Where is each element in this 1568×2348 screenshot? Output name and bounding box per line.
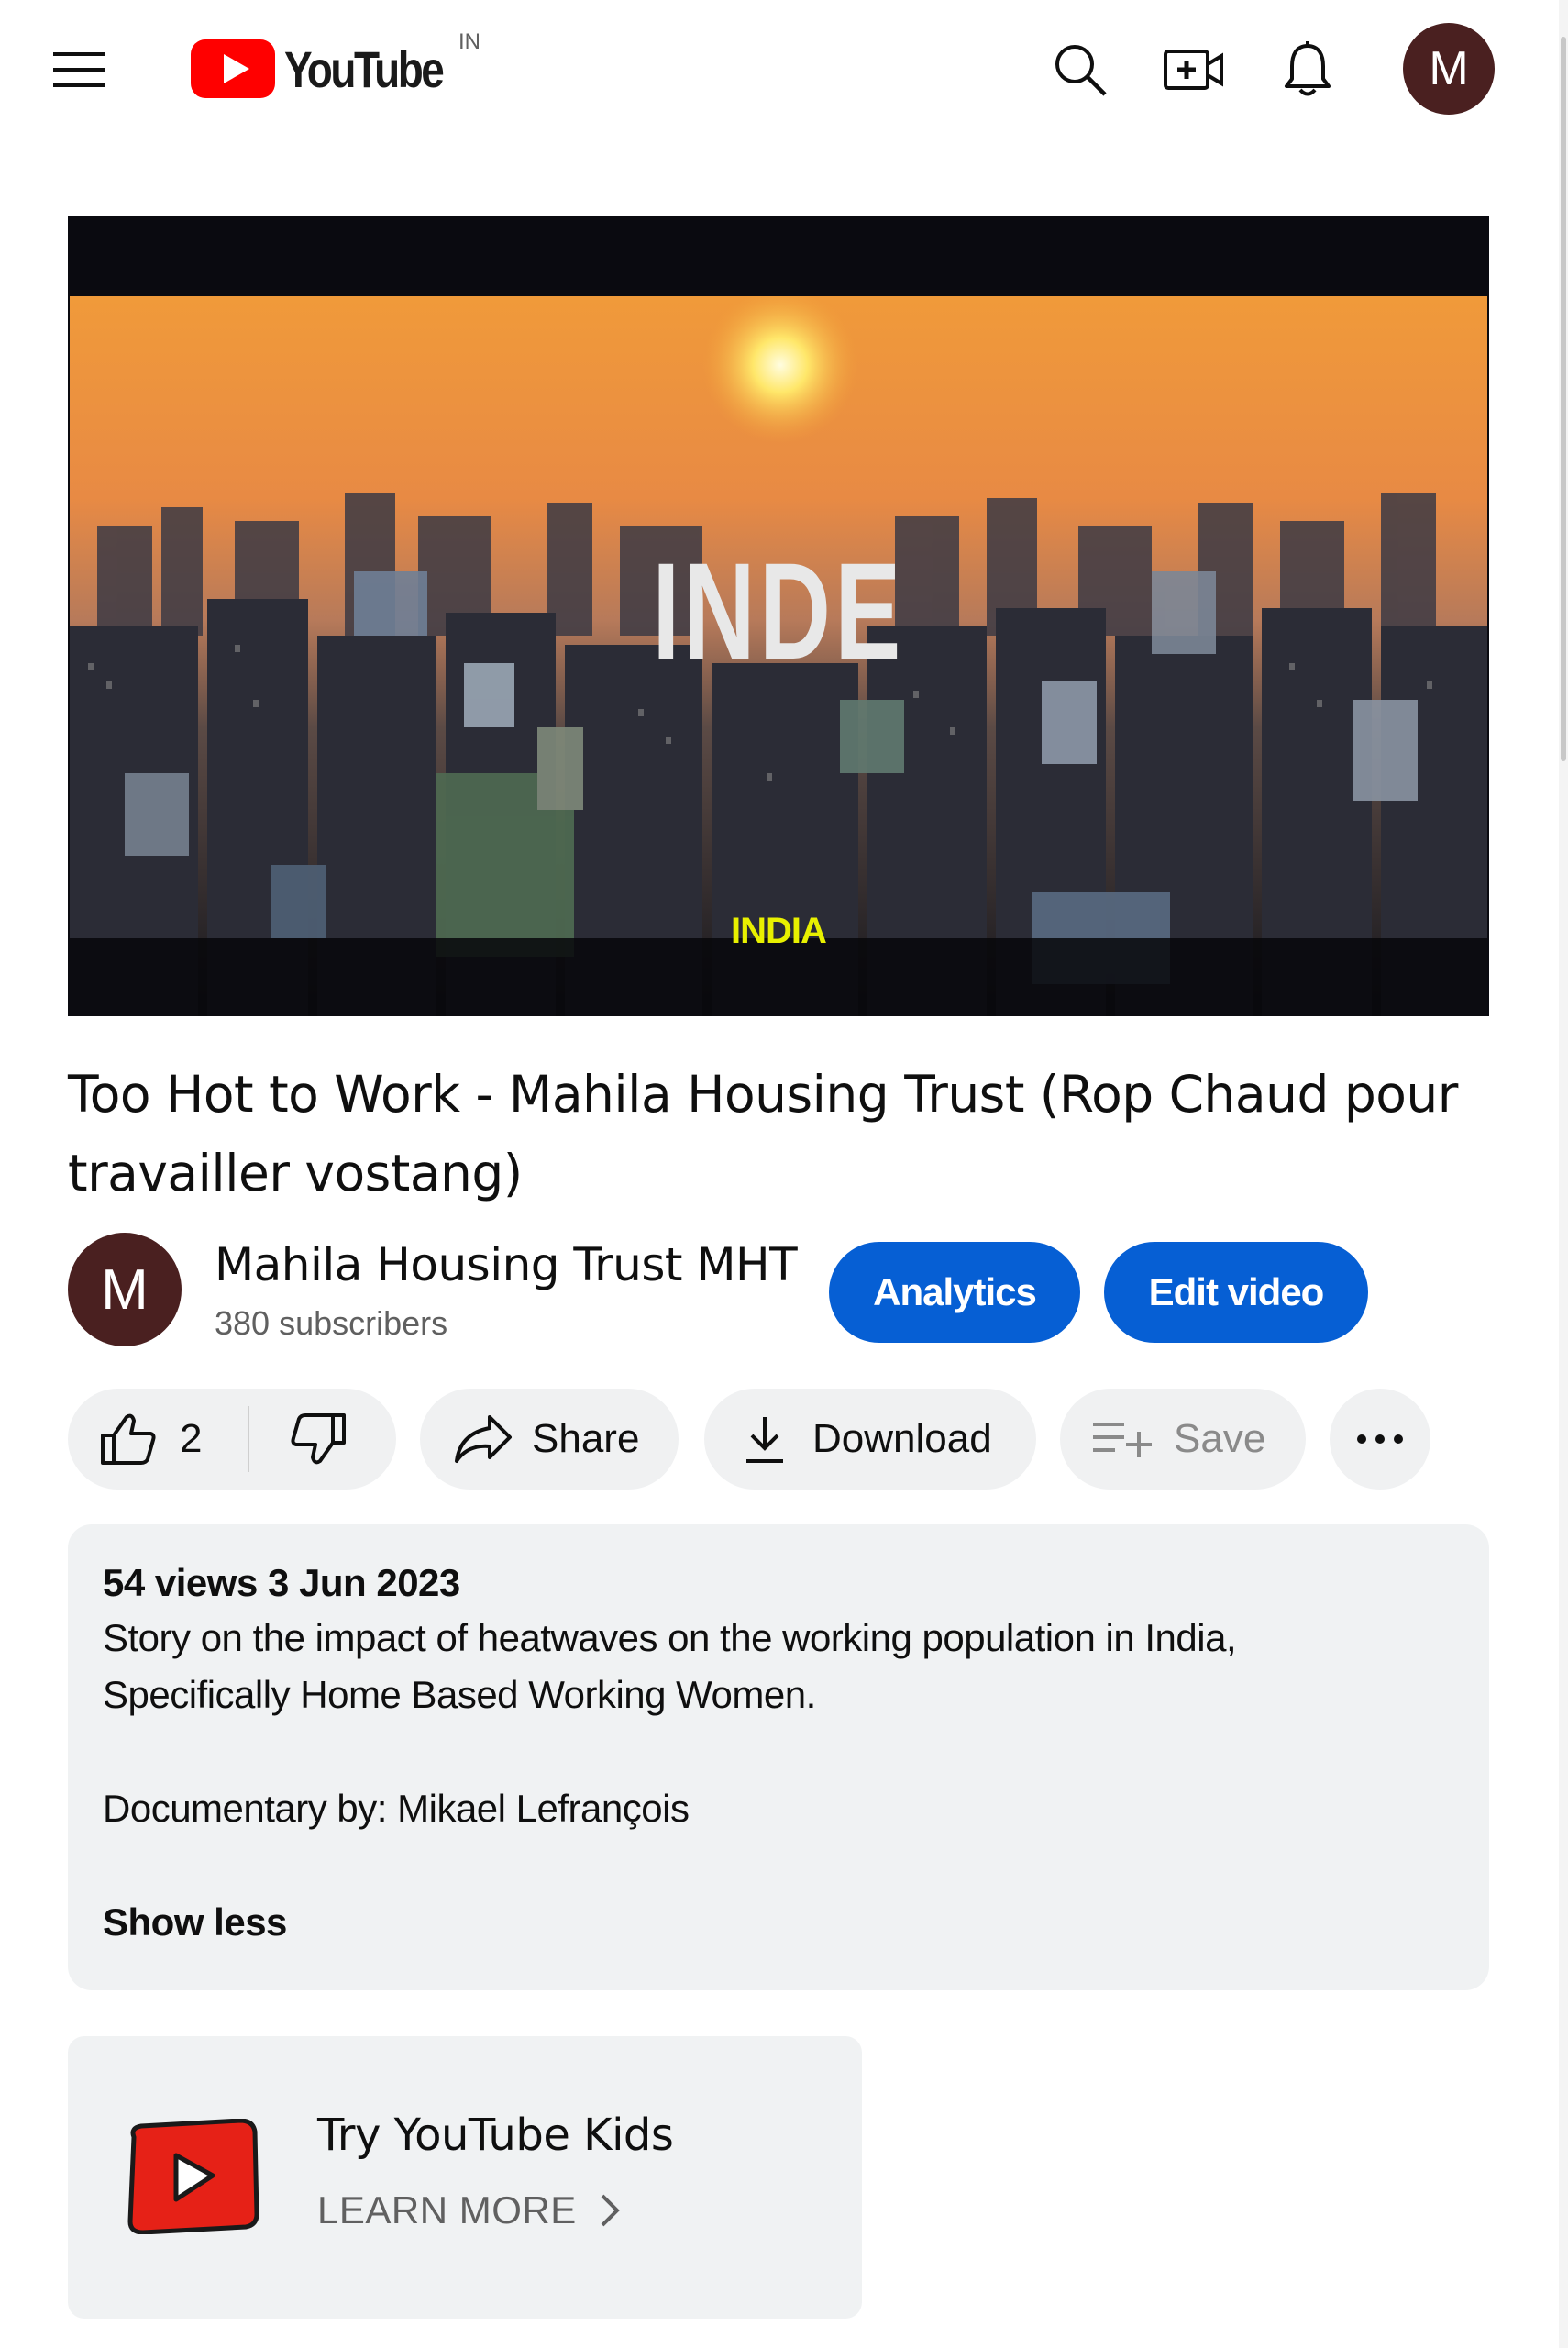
description-line: Story on the impact of heatwaves on the … [103, 1616, 1237, 1659]
analytics-button[interactable]: Analytics [829, 1242, 1080, 1343]
description-line: Documentary by: Mikael Lefrançois [103, 1787, 690, 1830]
account-avatar[interactable]: M [1403, 23, 1495, 115]
download-label: Download [812, 1416, 992, 1461]
youtube-kids-promo[interactable]: Try YouTube Kids LEARN MORE [68, 2036, 862, 2319]
more-horizontal-icon [1357, 1434, 1403, 1444]
create-button[interactable] [1159, 35, 1229, 105]
video-overlay-title: INDE [652, 534, 905, 688]
menu-button[interactable] [46, 37, 112, 103]
share-icon [455, 1415, 512, 1463]
share-label: Share [532, 1416, 640, 1461]
learn-more-label: LEARN MORE [317, 2188, 577, 2232]
playlist-add-icon [1093, 1423, 1152, 1457]
description-line: Specifically Home Based Working Women. [103, 1673, 816, 1716]
video-title: Too Hot to Work - Mahila Housing Trust (… [68, 1065, 1458, 1202]
create-icon [1164, 50, 1223, 90]
like-count: 2 [180, 1416, 203, 1461]
view-count-date: 54 views 3 Jun 2023 [103, 1561, 460, 1604]
youtube-wordmark: YouTube [284, 39, 445, 98]
edit-video-button[interactable]: Edit video [1104, 1242, 1368, 1343]
youtube-logo[interactable]: YouTube [191, 35, 477, 103]
video-player[interactable]: INDE INDIA [68, 216, 1489, 1016]
learn-more-link[interactable]: LEARN MORE [317, 2188, 623, 2232]
download-button[interactable]: Download [704, 1389, 1036, 1490]
like-button[interactable]: 2 [68, 1389, 248, 1490]
bell-icon [1285, 41, 1331, 96]
thumbs-up-icon [101, 1413, 156, 1465]
more-actions-button[interactable] [1330, 1389, 1430, 1490]
show-less-button[interactable]: Show less [103, 1900, 287, 1944]
menu-icon [53, 52, 105, 87]
download-icon [746, 1417, 783, 1463]
share-button[interactable]: Share [420, 1389, 679, 1490]
notifications-button[interactable] [1273, 35, 1342, 105]
top-app-bar: YouTube IN M [0, 0, 1559, 138]
youtube-kids-logo-icon [127, 2119, 259, 2234]
promo-title: Try YouTube Kids [317, 2110, 674, 2161]
channel-avatar[interactable]: M [68, 1233, 182, 1346]
save-label: Save [1174, 1416, 1266, 1461]
region-code: IN [458, 29, 480, 54]
channel-name[interactable]: Mahila Housing Trust MHT [215, 1238, 798, 1291]
save-button[interactable]: Save [1060, 1389, 1306, 1490]
like-dislike-group: 2 [68, 1389, 396, 1490]
description-panel[interactable]: 54 views 3 Jun 2023 Story on the impact … [68, 1524, 1489, 1990]
thumbs-down-icon [291, 1413, 346, 1465]
search-button[interactable] [1045, 35, 1115, 105]
subscriber-count: 380 subscribers [215, 1304, 448, 1342]
search-icon [1055, 45, 1107, 96]
chevron-right-icon [601, 2194, 620, 2227]
youtube-play-icon [191, 39, 275, 98]
scrollbar-thumb[interactable] [1561, 37, 1566, 761]
dislike-button[interactable] [249, 1389, 387, 1490]
video-subtitle: INDIA [731, 911, 827, 951]
